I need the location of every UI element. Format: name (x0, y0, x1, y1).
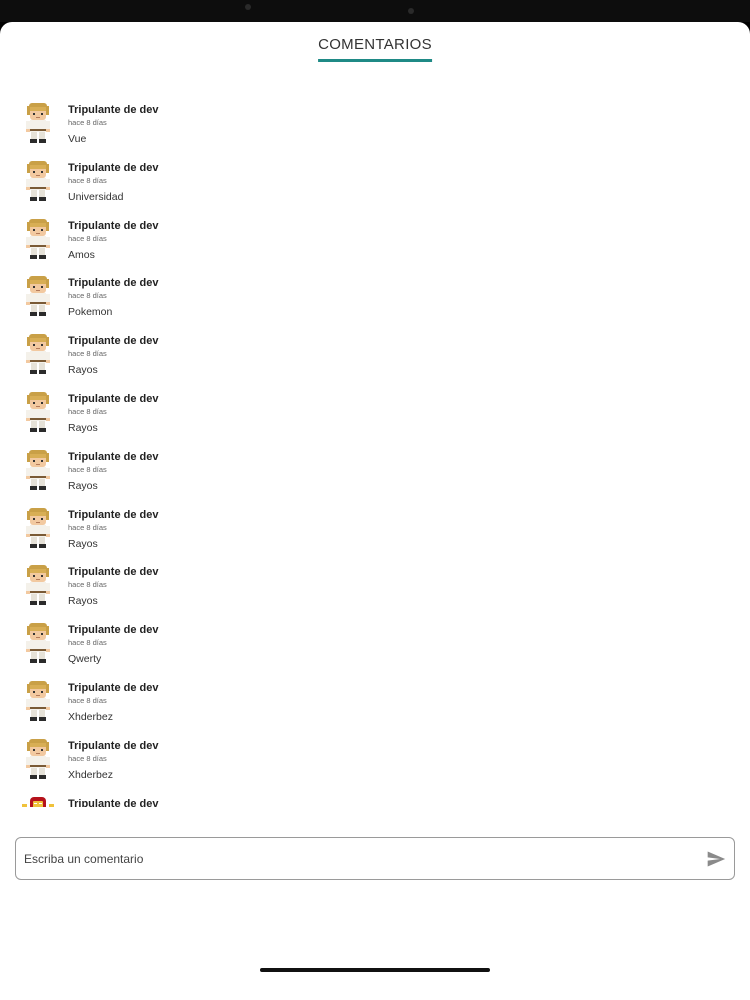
comment-text: Pokemon (68, 306, 113, 319)
comment-item[interactable]: Tripulante de dev hace 8 días Rayos (0, 331, 750, 389)
comment-timestamp: hace 8 días (68, 175, 107, 185)
luke-avatar-icon (22, 218, 54, 260)
comment-item[interactable]: Tripulante de dev hace 8 días Rayos (0, 562, 750, 620)
comment-author: Tripulante de dev (68, 682, 159, 694)
comment-author: Tripulante de dev (68, 161, 159, 174)
comment-timestamp: hace 8 días (68, 349, 107, 359)
comment-text: Rayos (68, 595, 98, 608)
comment-timestamp: hace 8 días (68, 580, 107, 590)
status-dot (245, 4, 251, 10)
luke-avatar-icon (22, 622, 54, 664)
comment-timestamp: hace 8 días (68, 291, 107, 301)
comment-composer (15, 837, 735, 880)
comment-item[interactable]: Tripulante de dev hace 8 días Rayos (0, 447, 750, 505)
comment-item[interactable]: Tripulante de dev hace 8 días Vue (0, 100, 750, 158)
comment-timestamp: hace 8 días (68, 696, 107, 705)
status-dot (408, 8, 414, 14)
tab-comentarios[interactable]: COMENTARIOS (318, 36, 432, 62)
comment-text: Vue (68, 133, 87, 145)
comment-author: Tripulante de dev (68, 104, 159, 116)
comment-item[interactable]: Tripulante de dev hace 8 días Rayos (0, 389, 750, 447)
comment-author: Tripulante de dev (68, 335, 159, 348)
luke-avatar-icon (22, 275, 54, 317)
home-indicator (260, 968, 490, 972)
luke-avatar-icon (22, 449, 54, 491)
luke-avatar-icon (22, 333, 54, 375)
comment-list[interactable]: Tripulante de dev hace 8 días Vue Tripulan… (0, 72, 750, 807)
comment-author: Tripulante de dev (68, 508, 159, 521)
comment-timestamp: hace 8 días (68, 522, 107, 532)
comment-text: Universidad (68, 190, 124, 203)
comment-input[interactable] (24, 838, 684, 879)
comment-item[interactable]: Tripulante de dev hace 8 días Universidad (0, 158, 750, 216)
comment-timestamp: hace 8 días (68, 464, 107, 474)
comment-text: Xhderbez (68, 711, 113, 723)
comment-text: Qwerty (68, 653, 102, 666)
comment-timestamp: hace 8 días (68, 407, 107, 416)
comment-item[interactable]: Tripulante de devhace 29 días (0, 794, 750, 807)
comment-timestamp: hace 8 días (68, 638, 107, 648)
sheet-header: COMENTARIOS (0, 22, 750, 66)
luke-avatar-icon (22, 102, 54, 144)
comment-text: Rayos (68, 422, 98, 434)
comment-item[interactable]: Tripulante de dev hace 8 días Qwerty (0, 620, 750, 678)
luke-avatar-icon (22, 160, 54, 202)
status-bar (0, 0, 750, 22)
comment-timestamp: hace 8 días (68, 233, 107, 243)
ironman-avatar-icon (22, 796, 54, 807)
comment-item[interactable]: Tripulante de dev hace 8 días Rayos (0, 505, 750, 563)
comment-author: Tripulante de dev (68, 277, 159, 290)
comment-item[interactable]: Tripulante de dev hace 8 días Xhderbez (0, 736, 750, 794)
comment-author: Tripulante de dev (68, 624, 159, 637)
comment-author: Tripulante de dev (68, 219, 159, 232)
comments-sheet: COMENTARIOS Tripulante de dev hace 8 días… (0, 22, 750, 1000)
send-icon[interactable] (706, 849, 726, 869)
comment-text: Xhderbez (68, 768, 113, 781)
comment-text: Amos (68, 248, 95, 261)
luke-avatar-icon (22, 738, 54, 780)
comment-item[interactable]: Tripulante de dev hace 8 días Amos (0, 216, 750, 274)
comment-author: Tripulante de dev (68, 566, 159, 579)
comment-text: Rayos (68, 479, 98, 492)
luke-avatar-icon (22, 391, 54, 433)
luke-avatar-icon (22, 564, 54, 606)
comment-author: Tripulante de dev (68, 450, 159, 463)
comment-author: Tripulante de dev (68, 739, 159, 752)
comment-item[interactable]: Tripulante de dev hace 8 días Pokemon (0, 273, 750, 331)
comment-timestamp: hace 8 días (68, 753, 107, 763)
comment-timestamp: hace 8 días (68, 118, 107, 127)
comment-text: Rayos (68, 537, 98, 550)
comment-author: Tripulante de dev (68, 797, 159, 807)
comment-author: Tripulante de dev (68, 393, 159, 405)
comment-text: Rayos (68, 364, 98, 377)
luke-avatar-icon (22, 507, 54, 549)
luke-avatar-icon (22, 680, 54, 722)
comment-item[interactable]: Tripulante de dev hace 8 días Xhderbez (0, 678, 750, 736)
